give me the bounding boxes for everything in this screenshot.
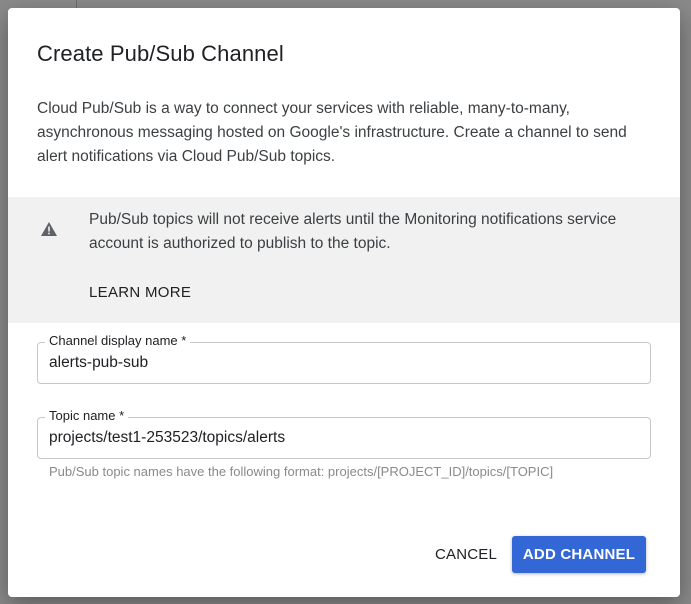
backdrop-divider: [76, 0, 77, 8]
channel-display-name-field[interactable]: Channel display name *: [37, 333, 651, 384]
topic-name-label: Topic name *: [45, 408, 129, 423]
channel-display-name-input[interactable]: [49, 354, 639, 372]
cancel-button[interactable]: CANCEL: [416, 536, 516, 572]
learn-more-link[interactable]: LEARN MORE: [89, 284, 191, 301]
add-channel-button[interactable]: ADD CHANNEL: [512, 536, 646, 573]
create-pubsub-dialog: Create Pub/Sub Channel Cloud Pub/Sub is …: [8, 8, 680, 597]
dialog-description: Cloud Pub/Sub is a way to connect your s…: [37, 100, 627, 165]
topic-name-input[interactable]: [49, 429, 639, 447]
warning-text: Pub/Sub topics will not receive alerts u…: [89, 211, 617, 252]
warning-banner: Pub/Sub topics will not receive alerts u…: [8, 197, 680, 323]
warning-icon: [40, 221, 58, 237]
topic-name-hint: Pub/Sub topic names have the following f…: [49, 464, 554, 479]
dialog-title: Create Pub/Sub Channel: [37, 41, 284, 66]
channel-display-name-label: Channel display name *: [45, 333, 191, 348]
topic-name-field[interactable]: Topic name *: [37, 408, 651, 459]
